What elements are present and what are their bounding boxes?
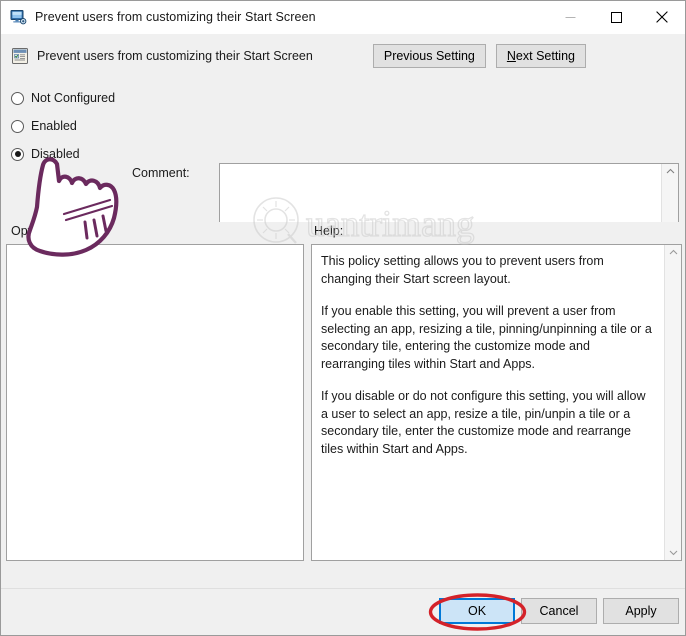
- next-setting-accel: N: [506, 49, 516, 63]
- help-pane[interactable]: This policy setting allows you to preven…: [311, 244, 682, 561]
- setting-title: Prevent users from customizing their Sta…: [37, 49, 313, 63]
- dialog-footer: OK Cancel Apply: [1, 588, 685, 635]
- radio-circle-selected-icon: [11, 147, 24, 161]
- panes-container: This policy setting allows you to preven…: [1, 244, 685, 588]
- ok-button[interactable]: OK: [439, 598, 515, 624]
- scroll-up-icon: [666, 168, 674, 174]
- radio-circle-icon: [11, 119, 24, 133]
- state-radio-group: Not Configured Enabled Disabled: [11, 84, 131, 168]
- previous-setting-button[interactable]: Previous Setting: [372, 44, 486, 68]
- policy-setting-icon: [11, 47, 29, 65]
- radio-not-configured[interactable]: Not Configured: [11, 84, 131, 112]
- monitor-policy-icon: [10, 9, 27, 25]
- radio-label-enabled: Enabled: [31, 119, 77, 133]
- help-content: This policy setting allows you to preven…: [312, 245, 664, 560]
- policy-setting-dialog: Prevent users from customizing their Sta…: [0, 0, 686, 636]
- dialog-action-buttons: OK Cancel Apply: [439, 598, 679, 624]
- scroll-up-icon: [669, 249, 677, 255]
- radio-disabled[interactable]: Disabled: [11, 140, 131, 168]
- window-title: Prevent users from customizing their Sta…: [35, 10, 316, 24]
- apply-button[interactable]: Apply: [603, 598, 679, 624]
- title-bar: Prevent users from customizing their Sta…: [1, 1, 685, 34]
- setting-header: Prevent users from customizing their Sta…: [1, 34, 685, 78]
- panel-label-row: Optio Help:: [1, 222, 685, 244]
- help-paragraph: If you disable or do not configure this …: [321, 389, 646, 456]
- comment-label: Comment:: [132, 166, 190, 180]
- help-paragraph: This policy setting allows you to preven…: [321, 254, 604, 286]
- next-setting-button[interactable]: Next Setting: [495, 44, 586, 68]
- radio-circle-icon: [11, 91, 24, 105]
- scroll-down-icon: [669, 550, 677, 556]
- setting-form-area: Not Configured Enabled Disabled Comment:…: [1, 78, 685, 289]
- minimize-icon[interactable]: [547, 1, 593, 33]
- help-scrollbar[interactable]: [664, 245, 681, 560]
- window-controls: [547, 1, 685, 33]
- options-pane[interactable]: [6, 244, 304, 561]
- help-label: Help:: [314, 224, 344, 238]
- radio-label-disabled: Disabled: [31, 147, 80, 161]
- close-icon[interactable]: [639, 1, 685, 33]
- maximize-icon[interactable]: [593, 1, 639, 33]
- setting-nav-buttons: Previous Setting Next Setting: [372, 44, 675, 68]
- options-label: Optio: [11, 224, 41, 238]
- radio-label-not-configured: Not Configured: [31, 91, 116, 105]
- help-paragraph: If you enable this setting, you will pre…: [321, 304, 652, 371]
- options-content: [7, 245, 303, 560]
- next-setting-label: ext Setting: [515, 49, 575, 63]
- radio-enabled[interactable]: Enabled: [11, 112, 131, 140]
- cancel-button[interactable]: Cancel: [521, 598, 597, 624]
